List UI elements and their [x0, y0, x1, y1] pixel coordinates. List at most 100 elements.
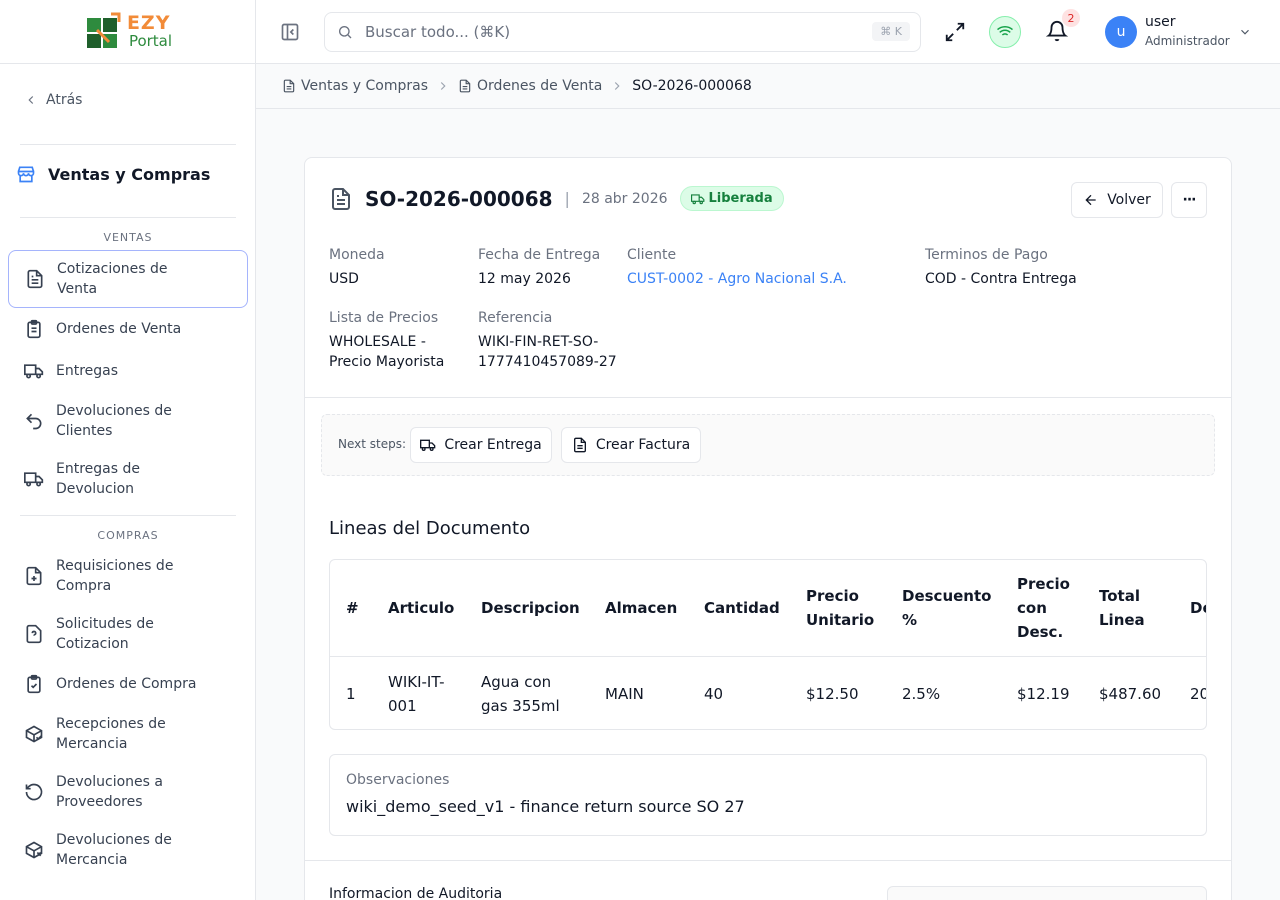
- sidebar-item-solicitudes-cotizacion[interactable]: Solicitudes de Cotizacion: [8, 613, 248, 655]
- divider: [20, 144, 236, 145]
- truck-icon: [690, 192, 705, 206]
- col-header-descuento-1: Descuento: [902, 587, 992, 605]
- sidebar-item-requisiciones[interactable]: Requisiciones de Compra: [8, 555, 248, 597]
- back-link[interactable]: Atrás: [24, 92, 82, 108]
- divider: [20, 515, 236, 516]
- logo-icon: [83, 12, 123, 52]
- document-header: SO-2026-000068 | 28 abr 2026 Liberada: [329, 186, 784, 211]
- field-label-cliente: Cliente: [627, 247, 677, 263]
- col-header-precio-desc-1: Precio: [1017, 575, 1070, 593]
- cell-descripcion-2: gas 355ml: [481, 697, 560, 715]
- sidebar-item-entregas[interactable]: Entregas: [8, 360, 248, 382]
- next-steps-panel: Next steps: Crear Entrega Crear Factura: [321, 414, 1215, 476]
- field-label-moneda: Moneda: [329, 247, 385, 263]
- truck-icon: [24, 361, 44, 381]
- file-text-icon: [329, 187, 353, 211]
- col-header-precio-unitario-1: Precio: [806, 587, 859, 605]
- field-value-terminos: COD - Contra Entrega: [925, 271, 1077, 287]
- sidebar-item-devoluciones-clientes[interactable]: Devoluciones de Clientes: [8, 400, 248, 442]
- cell-descripcion-1: Agua con: [481, 673, 552, 691]
- undo-icon: [24, 411, 44, 431]
- package-x-icon: [24, 840, 44, 860]
- chevron-right-icon: [436, 79, 450, 93]
- lines-table[interactable]: # Articulo Descripcion Almacen Cantidad …: [329, 559, 1207, 730]
- package-check-icon: [24, 724, 44, 744]
- chevron-down-icon[interactable]: [1238, 25, 1252, 39]
- cell-extra: 20: [1190, 685, 1206, 703]
- breadcrumb-item-ordenes-venta[interactable]: Ordenes de Venta: [458, 78, 602, 94]
- fullscreen-icon[interactable]: [944, 21, 966, 43]
- back-button-label: Volver: [1107, 192, 1151, 208]
- user-name[interactable]: user: [1145, 14, 1176, 30]
- audit-panel: [887, 886, 1207, 900]
- cell-precio-unitario: $12.50: [806, 685, 859, 703]
- sidebar-item-label: Requisiciones de Compra: [56, 558, 174, 594]
- breadcrumb-current: SO-2026-000068: [632, 78, 752, 94]
- breadcrumb-label: Ventas y Compras: [301, 78, 429, 94]
- more-options-button[interactable]: ···: [1171, 182, 1207, 218]
- col-header-almacen: Almacen: [605, 599, 678, 617]
- observations-value: wiki_demo_seed_v1 - finance return sourc…: [346, 797, 745, 816]
- file-icon: [282, 79, 296, 93]
- sidebar-item-label: Solicitudes de Cotizacion: [56, 616, 154, 652]
- customer-link[interactable]: CUST-0002 - Agro Nacional S.A.: [627, 269, 847, 289]
- sidebar-item-label: Ordenes de Venta: [56, 321, 182, 337]
- sidebar-item-entregas-devolucion[interactable]: Entregas de Devolucion: [8, 458, 248, 500]
- status-label: Liberada: [708, 191, 773, 206]
- observations-box: Observaciones wiki_demo_seed_v1 - financ…: [329, 754, 1207, 836]
- col-header-extra: De: [1190, 599, 1206, 617]
- sidebar-item-cotizaciones[interactable]: Cotizaciones de Venta: [8, 250, 248, 308]
- col-header-descuento-2: %: [902, 611, 918, 629]
- col-header-cantidad: Cantidad: [704, 599, 780, 617]
- section-title-label: Ventas y Compras: [48, 164, 211, 184]
- sidebar-item-ordenes-venta[interactable]: Ordenes de Venta: [8, 318, 248, 340]
- cell-descuento: 2.5%: [902, 685, 941, 703]
- col-header-total-1: Total: [1099, 587, 1140, 605]
- item-link-2[interactable]: 001: [388, 694, 417, 718]
- create-invoice-button[interactable]: Crear Factura: [561, 427, 701, 463]
- title-separator: |: [564, 189, 570, 208]
- search-input[interactable]: Buscar todo... (⌘K) ⌘ K: [324, 12, 921, 52]
- sidebar-item-devoluciones-proveedores[interactable]: Devoluciones a Proveedores: [8, 771, 248, 813]
- cell-total: $487.60: [1099, 685, 1162, 703]
- col-header-descripcion: Descripcion: [481, 599, 580, 617]
- field-value-referencia-2: 1777410457089-27: [478, 354, 617, 370]
- sidebar-toggle-icon[interactable]: [280, 22, 300, 42]
- rotate-ccw-icon: [24, 782, 44, 802]
- sidebar-item-ordenes-compra[interactable]: Ordenes de Compra: [8, 673, 248, 695]
- clipboard-list-icon: [24, 319, 44, 339]
- logo[interactable]: EZY Portal: [0, 0, 255, 64]
- field-label-terminos: Terminos de Pago: [925, 247, 1048, 263]
- col-header-precio-unitario-2: Unitario: [806, 611, 875, 629]
- create-delivery-button[interactable]: Crear Entrega: [410, 427, 552, 463]
- item-link-1[interactable]: WIKI-IT-: [388, 670, 445, 694]
- status-badge: Liberada: [679, 186, 784, 211]
- back-label: Atrás: [46, 92, 83, 108]
- col-header-articulo: Articulo: [388, 599, 455, 617]
- sidebar-item-devoluciones-mercancia[interactable]: Devoluciones de Mercancia: [8, 829, 248, 871]
- sidebar-item-label: Devoluciones a Proveedores: [56, 774, 163, 810]
- logo-text-portal: Portal: [128, 31, 173, 50]
- breadcrumb-item-ventas-compras[interactable]: Ventas y Compras: [282, 78, 428, 94]
- divider: [20, 217, 236, 218]
- avatar[interactable]: u: [1105, 16, 1137, 48]
- truck-icon: [420, 437, 436, 453]
- arrow-left-icon: [1083, 192, 1099, 208]
- sidebar-item-label: Devoluciones de Mercancia: [56, 832, 172, 868]
- sidebar-item-label: Ordenes de Compra: [56, 676, 197, 692]
- sidebar-item-label: Entregas de Devolucion: [56, 461, 140, 497]
- page-title: SO-2026-000068: [365, 186, 553, 211]
- col-header-total-2: Linea: [1099, 611, 1145, 629]
- group-label-ventas: VENTAS: [103, 231, 153, 244]
- create-invoice-label: Crear Factura: [595, 437, 691, 453]
- field-value-referencia-1: WIKI-FIN-RET-SO-: [478, 334, 599, 350]
- col-header-precio-desc-2: con: [1017, 599, 1047, 617]
- document-card: SO-2026-000068 | 28 abr 2026 Liberada Vo…: [304, 157, 1232, 900]
- wifi-icon[interactable]: [989, 16, 1021, 48]
- back-button[interactable]: Volver: [1071, 182, 1163, 218]
- field-label-fecha-entrega: Fecha de Entrega: [478, 247, 601, 263]
- table-row[interactable]: [330, 657, 1206, 729]
- sidebar-item-label: Devoluciones de Clientes: [56, 403, 172, 439]
- sidebar-item-label: Cotizaciones de Venta: [57, 261, 168, 297]
- sidebar-item-recepciones[interactable]: Recepciones de Mercancia: [8, 713, 248, 755]
